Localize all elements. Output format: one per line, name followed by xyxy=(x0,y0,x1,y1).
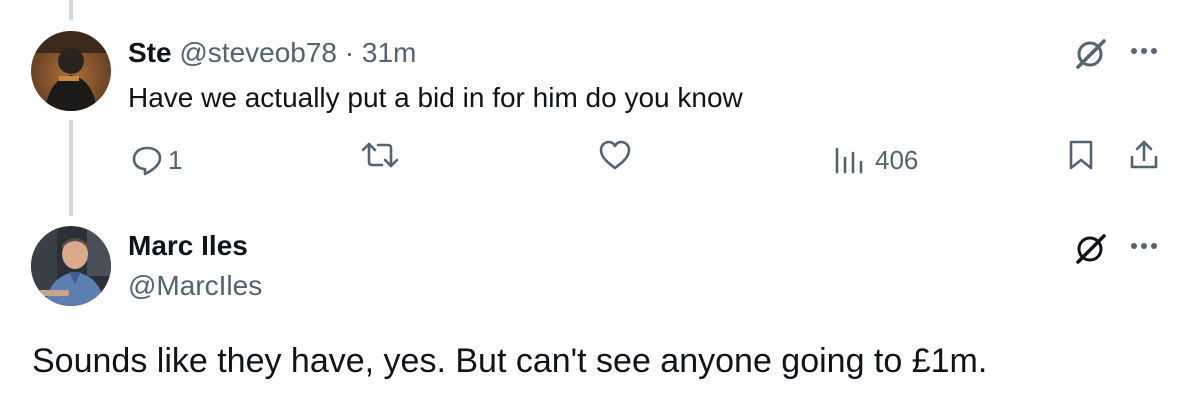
grok-icon[interactable] xyxy=(1072,229,1110,267)
tweet-text: Sounds like they have, yes. But can't se… xyxy=(32,342,988,380)
display-name[interactable]: Ste xyxy=(128,37,172,68)
tweet-header: Ste @steveob78 · 31m xyxy=(128,34,416,72)
reply-count: 1 xyxy=(168,145,183,175)
display-name[interactable]: Marc Iles xyxy=(128,228,248,264)
avatar[interactable] xyxy=(31,226,111,306)
like-button[interactable] xyxy=(597,138,633,172)
separator: · xyxy=(344,37,355,68)
thread-connector-top xyxy=(69,0,73,20)
timestamp[interactable]: 31m xyxy=(362,37,416,68)
reply-button[interactable]: 1 xyxy=(130,138,182,182)
retweet-button[interactable] xyxy=(360,138,400,172)
bookmark-button[interactable] xyxy=(1066,138,1096,172)
reply-icon xyxy=(130,143,164,177)
more-icon[interactable] xyxy=(1126,36,1162,66)
handle[interactable]: @steveob78 xyxy=(179,37,337,68)
more-icon[interactable] xyxy=(1126,231,1162,261)
views-button[interactable]: 406 xyxy=(833,138,918,182)
retweet-icon xyxy=(360,138,400,172)
views-count: 406 xyxy=(875,145,919,175)
handle[interactable]: @MarcIles xyxy=(128,268,262,304)
views-icon xyxy=(833,143,865,177)
tweet-text: Have we actually put a bid in for him do… xyxy=(128,82,743,113)
like-icon xyxy=(597,138,633,172)
avatar[interactable] xyxy=(31,31,111,111)
bookmark-icon xyxy=(1066,138,1096,172)
tweet-actions: 1 406 xyxy=(0,138,1184,182)
share-button[interactable] xyxy=(1127,138,1161,172)
share-icon xyxy=(1127,138,1161,172)
grok-icon[interactable] xyxy=(1072,34,1110,72)
